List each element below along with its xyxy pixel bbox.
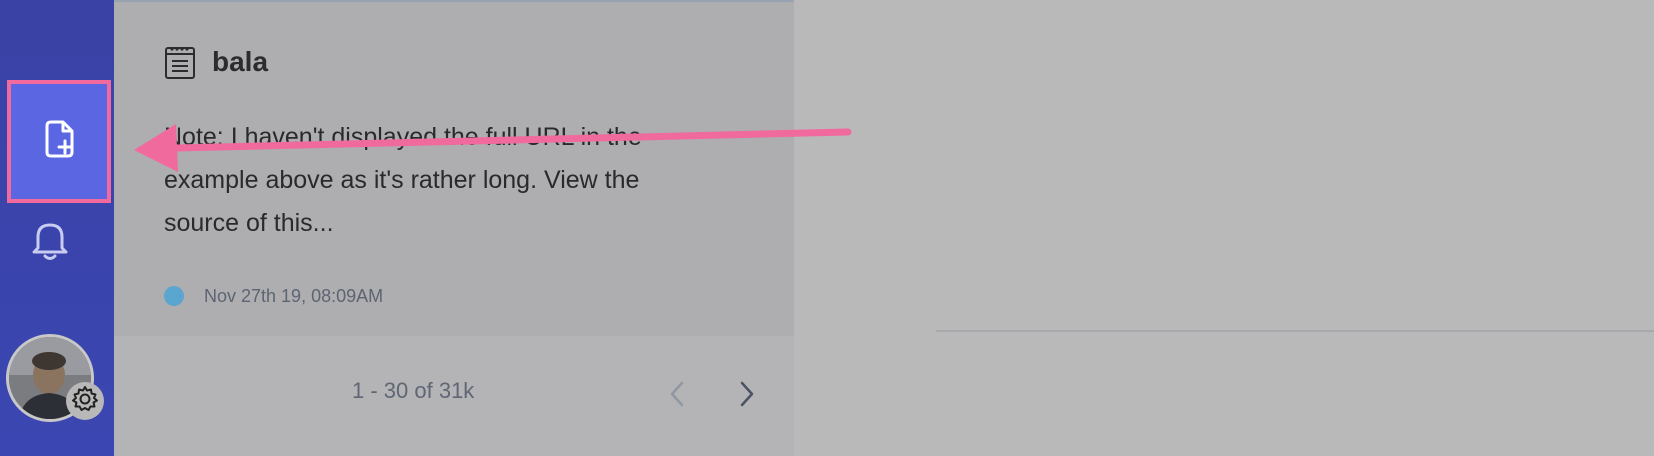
settings-button[interactable] xyxy=(66,382,104,420)
profile-menu[interactable] xyxy=(6,334,104,426)
detail-divider xyxy=(936,330,1654,332)
app-window: bala Note: I haven't displayed the full … xyxy=(0,0,1654,456)
gear-icon xyxy=(70,384,100,419)
new-note-button[interactable] xyxy=(7,80,111,203)
note-title: bala xyxy=(212,46,269,77)
bell-icon xyxy=(30,218,70,267)
note-card[interactable]: bala Note: I haven't displayed the full … xyxy=(114,2,794,336)
sidebar xyxy=(0,0,114,456)
file-plus-icon xyxy=(41,119,77,164)
prev-page-button[interactable] xyxy=(662,372,694,420)
pagination-summary: 1 - 30 of 31k xyxy=(352,378,475,403)
status-dot xyxy=(164,286,184,306)
notebook-icon xyxy=(164,44,196,80)
note-detail-panel xyxy=(794,0,1654,456)
next-page-button[interactable] xyxy=(730,372,762,420)
pagination-bar: 1 - 30 of 31k xyxy=(114,336,794,456)
note-date: Nov 27th 19, 08:09AM xyxy=(204,286,384,306)
chevron-left-icon xyxy=(668,379,688,414)
note-excerpt: Note: I haven't displayed the full URL i… xyxy=(164,123,642,237)
notifications-button[interactable] xyxy=(24,216,76,268)
note-list-panel: bala Note: I haven't displayed the full … xyxy=(114,0,794,456)
chevron-right-icon xyxy=(736,379,756,414)
